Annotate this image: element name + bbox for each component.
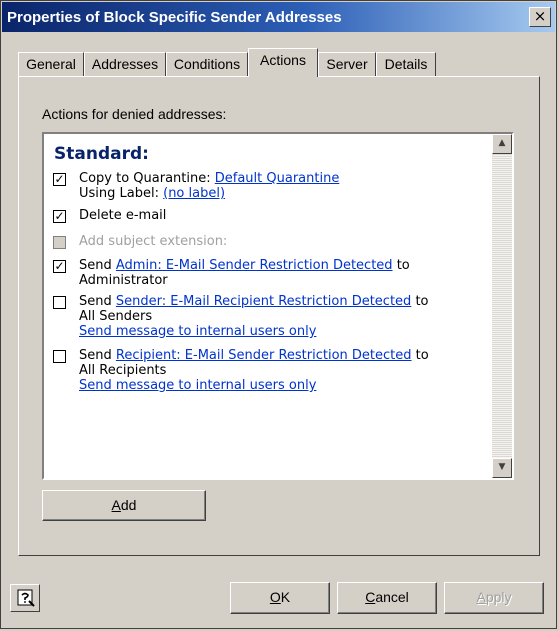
check-icon: ✓ <box>54 259 65 273</box>
tab-label: Server <box>326 56 368 72</box>
actions-label: Actions for denied addresses: <box>42 106 227 122</box>
action-text: Add subject extension: <box>79 234 228 249</box>
arrow-down-icon: ▼ <box>498 462 506 472</box>
delete-email-checkbox[interactable]: ✓ <box>53 210 66 223</box>
sender-notification-link[interactable]: Sender: E-Mail Recipient Restriction Det… <box>116 294 411 309</box>
action-prefix: Send <box>79 294 112 309</box>
tab-server[interactable]: Server <box>318 52 376 76</box>
actions-list-content: Standard: ✓ Copy to Quarantine: Default … <box>44 134 492 478</box>
action-text: Send Sender: E-Mail Recipient Restrictio… <box>79 294 491 339</box>
check-icon: ✓ <box>54 209 65 223</box>
action-text: Send Recipient: E-Mail Sender Restrictio… <box>79 348 491 393</box>
internal-users-link[interactable]: Send message to internal users only <box>79 324 316 339</box>
action-send-sender: Send Sender: E-Mail Recipient Restrictio… <box>50 294 490 344</box>
action-prefix: Copy to Quarantine: <box>79 171 211 186</box>
scroll-up-button[interactable]: ▲ <box>492 134 512 154</box>
send-recipient-checkbox[interactable] <box>53 350 66 363</box>
standard-heading: Standard: <box>54 144 149 164</box>
using-label-text: Using Label: <box>79 186 159 201</box>
window-title: Properties of Block Specific Sender Addr… <box>7 9 342 26</box>
no-label-link[interactable]: (no label) <box>163 186 225 201</box>
recipient-text: Administrator <box>79 273 168 288</box>
cancel-button[interactable]: Cancel <box>337 582 437 614</box>
action-send-recipient: Send Recipient: E-Mail Sender Restrictio… <box>50 348 490 398</box>
tab-label: Details <box>384 56 428 72</box>
check-icon: ✓ <box>54 172 65 186</box>
action-text: Delete e-mail <box>79 208 167 223</box>
ok-button[interactable]: OK <box>230 582 330 614</box>
add-button[interactable]: Add <box>42 490 206 521</box>
tab-general[interactable]: General <box>18 52 84 76</box>
action-text: Copy to Quarantine: Default Quarantine U… <box>79 171 491 201</box>
action-send-admin: ✓ Send Admin: E-Mail Sender Restriction … <box>50 258 490 292</box>
tab-label: Addresses <box>91 56 159 72</box>
action-copy-to-quarantine: ✓ Copy to Quarantine: Default Quarantine… <box>50 171 490 205</box>
tab-conditions[interactable]: Conditions <box>166 52 248 76</box>
action-suffix: to <box>415 294 429 309</box>
action-add-subject-extension: Add subject extension: <box>50 234 490 251</box>
recipient-notification-link[interactable]: Recipient: E-Mail Sender Restriction Det… <box>116 348 412 363</box>
recipient-text: All Recipients <box>79 363 167 378</box>
action-delete-email: ✓ Delete e-mail <box>50 208 490 225</box>
help-icon <box>17 589 35 607</box>
tab-addresses[interactable]: Addresses <box>84 52 166 76</box>
action-suffix: to <box>415 348 429 363</box>
recipient-text: All Senders <box>79 309 153 324</box>
send-sender-checkbox[interactable] <box>53 296 66 309</box>
tab-details[interactable]: Details <box>376 52 436 76</box>
send-admin-checkbox[interactable]: ✓ <box>53 260 66 273</box>
help-button[interactable] <box>10 584 40 612</box>
vertical-scrollbar[interactable]: ▲ ▼ <box>492 134 512 478</box>
title-bar[interactable]: Properties of Block Specific Sender Addr… <box>2 2 555 32</box>
close-icon: × <box>533 7 547 25</box>
admin-notification-link[interactable]: Admin: E-Mail Sender Restriction Detecte… <box>116 258 393 273</box>
subject-extension-checkbox <box>53 236 66 249</box>
action-prefix: Send <box>79 258 112 273</box>
actions-list[interactable]: Standard: ✓ Copy to Quarantine: Default … <box>42 132 514 480</box>
tab-label: Conditions <box>173 56 241 72</box>
action-text: Send Admin: E-Mail Sender Restriction De… <box>79 258 491 288</box>
internal-users-link[interactable]: Send message to internal users only <box>79 378 316 393</box>
default-quarantine-link[interactable]: Default Quarantine <box>215 171 340 186</box>
action-suffix: to <box>396 258 410 273</box>
tab-label: Actions <box>260 52 306 68</box>
arrow-up-icon: ▲ <box>498 138 506 148</box>
action-prefix: Send <box>79 348 112 363</box>
tab-actions[interactable]: Actions <box>248 48 318 77</box>
apply-button: Apply <box>444 582 544 614</box>
copy-quarantine-checkbox[interactable]: ✓ <box>53 173 66 186</box>
close-button[interactable]: × <box>529 7 551 27</box>
scroll-down-button[interactable]: ▼ <box>492 458 512 478</box>
tab-label: General <box>26 56 76 72</box>
